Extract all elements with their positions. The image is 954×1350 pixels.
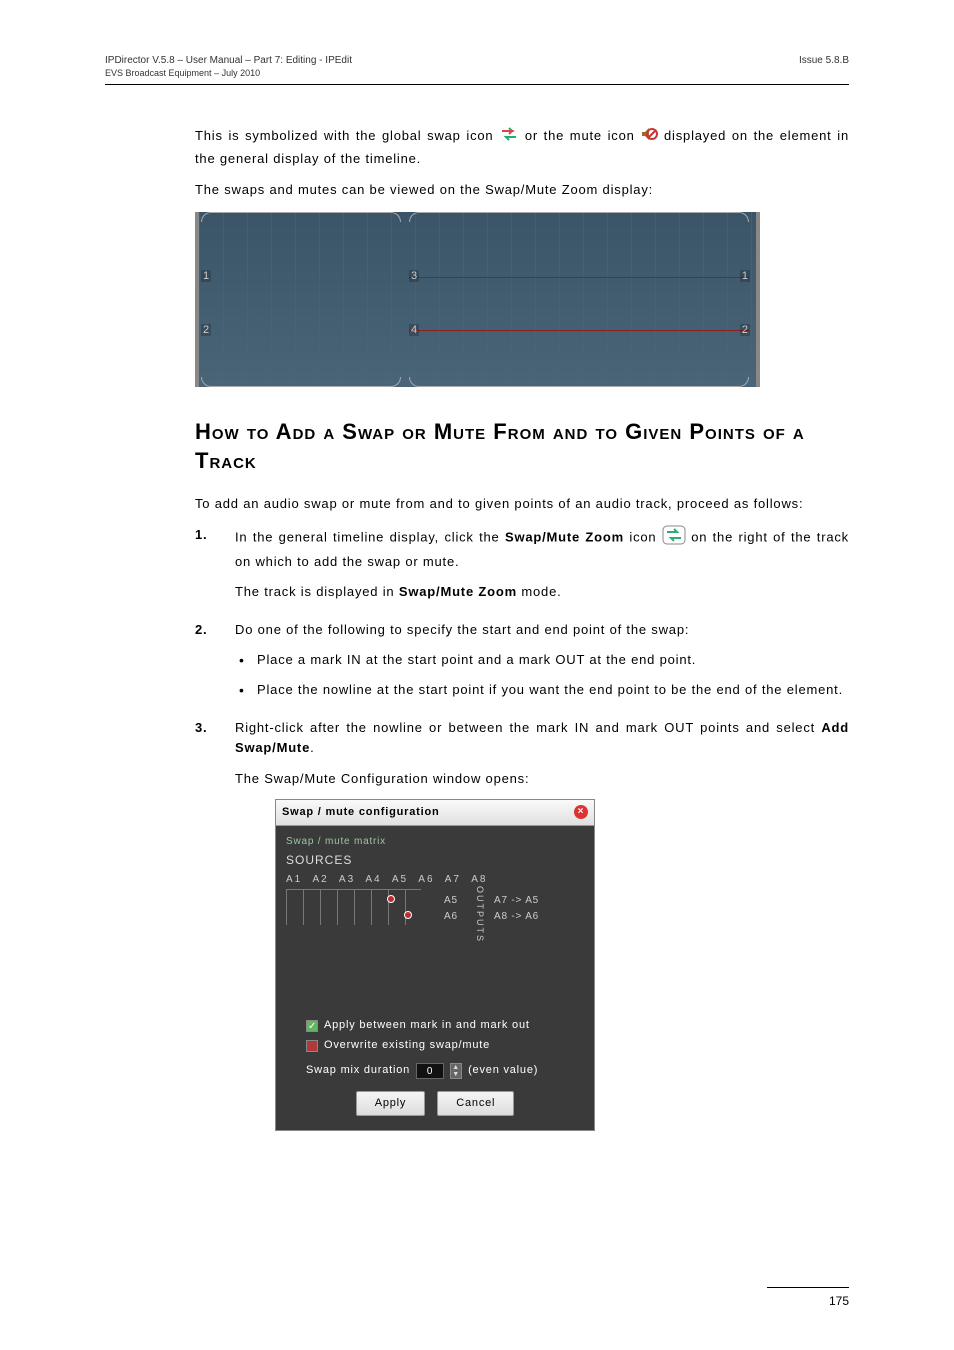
dialog-title: Swap / mute configuration	[282, 804, 440, 821]
apply-between-marks-label: Apply between mark in and mark out	[324, 1017, 530, 1034]
sources-label: SOURCES	[286, 851, 584, 870]
swap-mute-config-dialog: Swap / mute configuration × Swap / mute …	[275, 799, 595, 1132]
section-intro: To add an audio swap or mute from and to…	[195, 494, 849, 514]
tl-label-1-left: 1	[201, 270, 211, 282]
step3-a: Right-click after the nowline or between…	[235, 720, 821, 735]
close-icon[interactable]: ×	[574, 805, 588, 819]
header-left: IPDirector V.5.8 – User Manual – Part 7:…	[105, 55, 352, 66]
header-right: Issue 5.8.B	[799, 55, 849, 66]
footer-rule	[767, 1287, 849, 1288]
swap-mix-duration-hint: (even value)	[468, 1062, 538, 1079]
matrix-out2-right: A8 -> A6	[494, 909, 539, 925]
step1-sub-b: mode.	[521, 584, 561, 599]
tl-label-1-right: 1	[740, 270, 750, 282]
fieldset-label: Swap / mute matrix	[286, 834, 584, 850]
swap-mix-duration-input[interactable]: 0	[416, 1063, 444, 1079]
overwrite-existing-checkbox[interactable]	[306, 1040, 318, 1052]
overwrite-existing-label: Overwrite existing swap/mute	[324, 1037, 490, 1054]
matrix-out1-left: A5	[444, 893, 458, 909]
step-2: Do one of the following to specify the s…	[195, 620, 849, 700]
cancel-button[interactable]: Cancel	[437, 1091, 514, 1116]
outputs-label: OUTPUTS	[472, 887, 486, 941]
step2-bullet-2: Place the nowline at the start point if …	[235, 680, 849, 700]
step-1: In the general timeline display, click t…	[195, 525, 849, 601]
swap-mix-duration-label: Swap mix duration	[306, 1062, 410, 1079]
source-headers: A1 A2 A3 A4 A5 A6 A7 A8	[286, 872, 584, 888]
tl-label-2-left: 2	[201, 324, 211, 336]
swap-matrix[interactable]: A5 A6 OUTPUTS A7 -> A5 A8 -> A6	[286, 889, 584, 999]
step3-sub: The Swap/Mute Configuration window opens…	[235, 769, 849, 789]
intro-paragraph-1: This is symbolized with the global swap …	[195, 125, 849, 168]
step1-b: icon	[629, 530, 661, 545]
step2-text: Do one of the following to specify the s…	[235, 622, 689, 637]
tl-label-3: 3	[409, 270, 419, 282]
swap-mute-zoom-screenshot: 1 2 3 4 1 2	[195, 212, 760, 387]
matrix-out2-left: A6	[444, 909, 458, 925]
step1-bold: Swap/Mute Zoom	[505, 530, 624, 545]
step3-b: .	[310, 740, 314, 755]
intro-1a: This is symbolized with the global swap …	[195, 128, 499, 143]
header-sub: EVS Broadcast Equipment – July 2010	[105, 68, 849, 78]
page-number: 175	[829, 1294, 849, 1308]
tl-label-4: 4	[409, 324, 419, 336]
step1-sub-bold: Swap/Mute Zoom	[399, 584, 517, 599]
tl-label-2-right: 2	[740, 324, 750, 336]
step-3: Right-click after the nowline or between…	[195, 718, 849, 1131]
swap-mute-zoom-icon	[662, 525, 686, 551]
mute-icon	[640, 126, 658, 148]
step1-a: In the general timeline display, click t…	[235, 530, 505, 545]
apply-button[interactable]: Apply	[356, 1091, 426, 1116]
step1-sub-a: The track is displayed in	[235, 584, 399, 599]
swap-mix-duration-spinner[interactable]: ▲▼	[450, 1063, 462, 1079]
swap-icon	[499, 125, 519, 149]
apply-between-marks-checkbox[interactable]	[306, 1020, 318, 1032]
intro-paragraph-2: The swaps and mutes can be viewed on the…	[195, 180, 849, 200]
intro-1b: or the mute icon	[525, 128, 641, 143]
step2-bullet-1: Place a mark IN at the start point and a…	[235, 650, 849, 670]
matrix-out1-right: A7 -> A5	[494, 893, 539, 909]
header-rule	[105, 84, 849, 85]
section-title: How to Add a Swap or Mute From and to Gi…	[195, 417, 849, 476]
